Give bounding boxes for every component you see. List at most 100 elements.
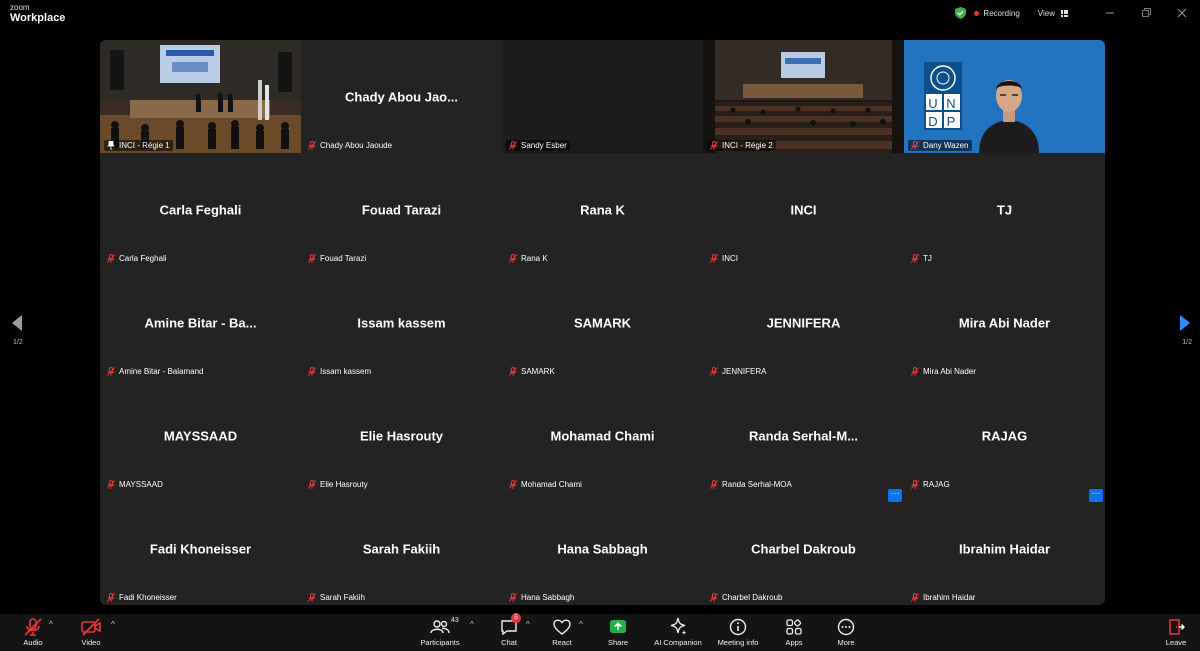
participant-name-label: JENNIFERA — [707, 366, 769, 377]
chat-options-caret-icon[interactable]: ^ — [526, 620, 530, 629]
recording-indicator[interactable]: Recording — [974, 9, 1020, 18]
muted-mic-icon — [509, 141, 517, 150]
participant-name-label: Rana K — [506, 253, 551, 264]
participant-display-name: Carla Feghali — [159, 202, 242, 217]
participant-tile[interactable]: Mira Abi Nader Mira Abi Nader — [904, 266, 1105, 379]
participant-name-label: Sandy Esber — [506, 140, 570, 151]
participant-display-name: JENNIFERA — [766, 315, 841, 330]
sparkle-icon — [670, 617, 687, 635]
participant-tile[interactable]: Hana Sabbagh Hana Sabbagh — [502, 492, 703, 605]
participant-tile-sandy-esber[interactable]: Sandy Esber — [502, 40, 703, 153]
participant-name-label: INCI - Régie 1 — [104, 140, 173, 151]
participant-name-label: SAMARK — [506, 366, 558, 377]
participant-tile[interactable]: Fouad Tarazi Fouad Tarazi — [301, 153, 502, 266]
participant-display-name: Issam kassem — [357, 315, 446, 330]
minimize-button[interactable] — [1092, 0, 1128, 26]
participant-tile-chady-abou-jaoude[interactable]: Chady Abou Jao... Chady Abou Jaoude — [301, 40, 502, 153]
share-screen-icon — [610, 620, 626, 633]
participant-display-name: Mira Abi Nader — [958, 315, 1051, 330]
leave-button[interactable]: Leave — [1148, 616, 1200, 647]
participant-name-label: Carla Feghali — [104, 253, 170, 264]
participant-tile[interactable]: SAMARK SAMARK — [502, 266, 703, 379]
participant-display-name: Hana Sabbagh — [557, 541, 648, 556]
participant-tile[interactable]: Mohamad Chami Mohamad Chami — [502, 379, 703, 492]
info-icon — [729, 618, 747, 636]
recording-dot-icon — [974, 10, 980, 16]
video-feed — [904, 40, 1105, 153]
video-options-caret-icon[interactable]: ^ — [111, 620, 115, 629]
participant-display-name: TJ — [996, 202, 1013, 217]
participant-display-name: Fouad Tarazi — [361, 202, 442, 217]
participant-name-label: MAYSSAAD — [104, 479, 166, 490]
video-feed — [100, 40, 301, 153]
participant-tile-inci-regie-1[interactable]: INCI - Régie 1 — [100, 40, 301, 153]
participant-tile[interactable]: Issam kassem Issam kassem — [301, 266, 502, 379]
muted-mic-icon — [710, 254, 718, 263]
restore-button[interactable] — [1128, 0, 1164, 26]
participants-count: 43 — [451, 617, 459, 624]
participant-tile[interactable]: JENNIFERA JENNIFERA — [703, 266, 904, 379]
muted-mic-icon — [710, 593, 718, 602]
participant-tile[interactable]: Elie Hasrouty Elie Hasrouty — [301, 379, 502, 492]
muted-mic-icon — [308, 367, 316, 376]
muted-mic-icon — [308, 480, 316, 489]
participant-display-name: Amine Bitar - Ba... — [144, 315, 257, 330]
participant-tile[interactable]: MAYSSAAD MAYSSAAD — [100, 379, 301, 492]
close-window-button[interactable] — [1164, 0, 1200, 26]
participant-display-name: MAYSSAAD — [163, 428, 238, 443]
view-label: View — [1037, 8, 1055, 18]
participant-tile-dany-wazen[interactable]: U N D P Dany Wazen — [904, 40, 1105, 153]
ai-companion-button[interactable]: AI Companion — [648, 616, 708, 647]
muted-mic-icon — [308, 141, 316, 150]
view-button[interactable]: View — [1038, 9, 1068, 18]
participants-options-caret-icon[interactable]: ^ — [470, 620, 474, 629]
next-page-arrow-icon[interactable] — [1178, 314, 1192, 332]
participant-display-name: Fadi Khoneisser — [149, 541, 252, 556]
participant-tile[interactable]: Ibrahim Haidar Ibrahim Haidar — [904, 492, 1105, 605]
participant-name-label: Charbel Dakroub — [707, 592, 785, 603]
participant-name-label: Fouad Tarazi — [305, 253, 369, 264]
participant-display-name: Ibrahim Haidar — [958, 541, 1051, 556]
apps-button[interactable]: Apps — [766, 616, 822, 647]
muted-mic-icon — [710, 141, 718, 150]
more-button[interactable]: More — [818, 616, 874, 647]
muted-mic-icon — [509, 254, 517, 263]
participant-name-label: RAJAG — [908, 479, 953, 490]
muted-microphone-icon — [24, 618, 42, 636]
muted-mic-icon — [710, 480, 718, 489]
participant-tile[interactable]: Rana K Rana K — [502, 153, 703, 266]
participant-name-label: Issam kassem — [305, 366, 374, 377]
participant-tile[interactable]: Fadi Khoneisser Fadi Khoneisser — [100, 492, 301, 605]
leave-door-icon — [1169, 619, 1185, 635]
react-options-caret-icon[interactable]: ^ — [579, 620, 583, 629]
participant-tile[interactable]: Sarah Fakiih Sarah Fakiih — [301, 492, 502, 605]
encryption-shield-icon[interactable] — [955, 7, 967, 19]
participant-tile[interactable]: INCI INCI — [703, 153, 904, 266]
participant-name-label: Randa Serhal-MOA — [707, 479, 795, 490]
participant-tile[interactable]: RAJAG RAJAG ··· — [904, 379, 1105, 502]
participant-display-name: Elie Hasrouty — [359, 428, 444, 443]
participants-button[interactable]: Participants — [412, 616, 468, 647]
participant-tile[interactable]: Randa Serhal-M... Randa Serhal-MOA ··· — [703, 379, 904, 502]
tile-more-options-button[interactable]: ··· — [1089, 489, 1103, 502]
muted-mic-icon — [509, 480, 517, 489]
audio-options-caret-icon[interactable]: ^ — [49, 620, 53, 629]
participant-tile[interactable]: Charbel Dakroub Charbel Dakroub — [703, 492, 904, 605]
tile-more-options-button[interactable]: ··· — [888, 489, 902, 502]
participant-tile[interactable]: Carla Feghali Carla Feghali — [100, 153, 301, 266]
gallery-view: INCI - Régie 1 Chady Abou Jao... Chady A… — [100, 40, 1105, 605]
participant-tile[interactable]: Amine Bitar - Ba... Amine Bitar - Balaman… — [100, 266, 301, 379]
participant-display-name: Randa Serhal-M... — [748, 428, 859, 443]
page-indicator-left: 1/2 — [13, 339, 23, 346]
participant-tile[interactable]: TJ TJ — [904, 153, 1105, 266]
participant-tile-inci-regie-2[interactable]: INCI - Régie 2 — [703, 40, 904, 153]
previous-page-arrow-icon[interactable] — [10, 314, 24, 332]
muted-mic-icon — [710, 367, 718, 376]
participant-name-label: Sarah Fakiih — [305, 592, 368, 603]
meeting-info-button[interactable]: Meeting info — [710, 616, 766, 647]
share-button[interactable]: Share — [590, 616, 646, 647]
participant-name-label: Hana Sabbagh — [506, 592, 577, 603]
muted-mic-icon — [911, 141, 919, 150]
apps-icon — [786, 619, 802, 635]
muted-mic-icon — [911, 593, 919, 602]
